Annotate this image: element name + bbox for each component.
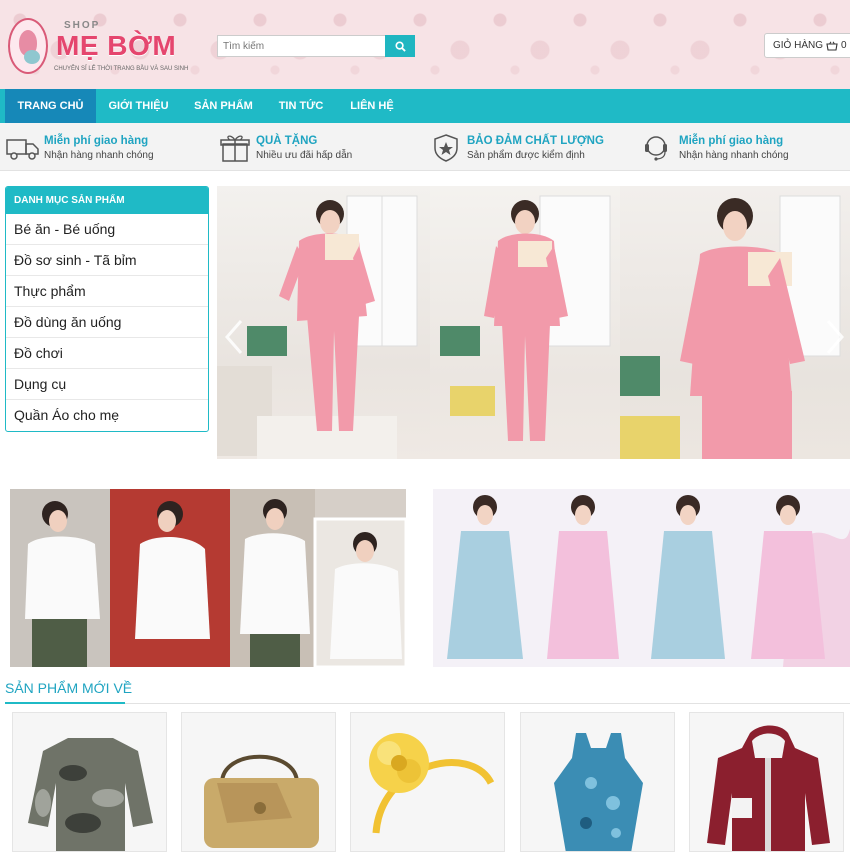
product-card[interactable] bbox=[12, 712, 167, 852]
benefit-subtitle: Nhiều ưu đãi hấp dẫn bbox=[256, 150, 353, 161]
benefit-title: QUÀ TẶNG bbox=[256, 135, 318, 147]
logo-tagline: CHUYÊN SỈ LẺ THỜI TRANG BẦU VÀ SAU SINH bbox=[54, 66, 189, 72]
nav-item-products[interactable]: SẢN PHẨM bbox=[181, 89, 266, 123]
benefits-bar: Miễn phí giao hàng Nhận hàng nhanh chóng… bbox=[0, 123, 850, 171]
sidebar-item-tools[interactable]: Dụng cụ bbox=[6, 369, 208, 400]
search-input[interactable] bbox=[217, 35, 385, 57]
benefit-subtitle: Nhận hàng nhanh chóng bbox=[44, 150, 154, 161]
benefit-subtitle: Nhận hàng nhanh chóng bbox=[679, 150, 789, 161]
logo-name: MẸ BỜM bbox=[56, 30, 177, 61]
banner-image-maternity-dresses bbox=[447, 495, 850, 667]
benefit-title: Miễn phí giao hàng bbox=[679, 135, 784, 147]
main-nav: TRANG CHỦ GIỚI THIỆU SẢN PHẨM TIN TỨC LI… bbox=[0, 89, 850, 123]
headset-icon bbox=[645, 136, 667, 161]
sidebar-item-food[interactable]: Thực phẩm bbox=[6, 276, 208, 307]
nav-item-contact[interactable]: LIÊN HỆ bbox=[336, 89, 408, 123]
promo-banner-dresses[interactable] bbox=[433, 489, 850, 667]
sidebar-item-mom-clothes[interactable]: Quần Áo cho mẹ bbox=[6, 400, 208, 431]
nav-item-home[interactable]: TRANG CHỦ bbox=[5, 89, 96, 123]
logo[interactable]: SHOP MẸ BỜM CHUYÊN SỈ LẺ THỜI TRANG BẦU … bbox=[8, 18, 198, 78]
truck-icon bbox=[6, 139, 39, 160]
benefit-free-shipping: Miễn phí giao hàng Nhận hàng nhanh chóng bbox=[6, 131, 206, 165]
shield-badge-icon bbox=[434, 134, 458, 162]
benefit-subtitle: Sản phẩm được kiểm định bbox=[467, 150, 585, 161]
basket-icon bbox=[826, 41, 838, 51]
search-button[interactable] bbox=[385, 35, 415, 57]
slider-next-button[interactable] bbox=[824, 318, 846, 356]
hero-slider[interactable] bbox=[217, 186, 850, 459]
slide-image bbox=[620, 186, 850, 459]
product-image-floral-romper bbox=[554, 733, 643, 851]
product-image-gold-handbag bbox=[204, 754, 319, 848]
sidebar-item-tableware[interactable]: Đồ dùng ăn uống bbox=[6, 307, 208, 338]
search-icon bbox=[394, 40, 406, 52]
sidebar-item-toys[interactable]: Đồ chơi bbox=[6, 338, 208, 369]
benefit-quality: BẢO ĐẢM CHẤT LƯỢNG Sản phẩm được kiểm đị… bbox=[429, 131, 629, 165]
slide-image-pajama-model-2 bbox=[440, 195, 611, 441]
product-image-flower-headband bbox=[369, 733, 495, 834]
slide-image bbox=[430, 186, 620, 459]
sidebar-item-newborn[interactable]: Đồ sơ sinh - Tã bỉm bbox=[6, 245, 208, 276]
benefit-support: Miễn phí giao hàng Nhận hàng nhanh chóng bbox=[641, 131, 841, 165]
section-divider bbox=[5, 703, 850, 704]
site-header: SHOP MẸ BỜM CHUYÊN SỈ LẺ THỜI TRANG BẦU … bbox=[0, 0, 850, 89]
benefit-gifts: QUÀ TẶNG Nhiều ưu đãi hấp dẫn bbox=[218, 131, 398, 165]
banner-image-white-blouses bbox=[10, 489, 406, 667]
sidebar-title: DANH MỤC SẢN PHẨM bbox=[6, 187, 208, 214]
nav-item-about[interactable]: GIỚI THIỆU bbox=[96, 89, 181, 123]
gift-icon bbox=[220, 135, 250, 162]
cart-button[interactable]: GIỎ HÀNG 0 bbox=[764, 33, 850, 58]
product-card[interactable] bbox=[689, 712, 844, 852]
section-title-underline bbox=[5, 702, 125, 704]
product-card[interactable] bbox=[181, 712, 336, 852]
nav-item-news[interactable]: TIN TỨC bbox=[266, 89, 336, 123]
sidebar-item-baby-food[interactable]: Bé ăn - Bé uống bbox=[6, 214, 208, 245]
cart-label: GIỎ HÀNG bbox=[773, 40, 824, 51]
benefit-title: BẢO ĐẢM CHẤT LƯỢNG bbox=[467, 135, 604, 147]
slider-prev-button[interactable] bbox=[223, 318, 245, 356]
product-card[interactable] bbox=[350, 712, 505, 852]
search-form bbox=[217, 35, 415, 57]
product-image-red-hoodie bbox=[707, 725, 830, 851]
cart-count: 0 bbox=[841, 40, 847, 51]
slide-image bbox=[217, 186, 430, 459]
product-card[interactable] bbox=[520, 712, 675, 852]
benefit-title: Miễn phí giao hàng bbox=[44, 135, 149, 147]
slide-image-pajama-model-3 bbox=[620, 195, 841, 459]
product-image-camo-sweater bbox=[28, 738, 153, 851]
section-title-new-products: SẢN PHẨM MỚI VỀ bbox=[5, 680, 133, 696]
promo-banner-blouses[interactable] bbox=[10, 489, 406, 667]
slide-image-pajama-model-1 bbox=[217, 195, 418, 459]
logo-mother-icon bbox=[8, 18, 48, 74]
category-sidebar: DANH MỤC SẢN PHẨM Bé ăn - Bé uống Đồ sơ … bbox=[5, 186, 209, 432]
